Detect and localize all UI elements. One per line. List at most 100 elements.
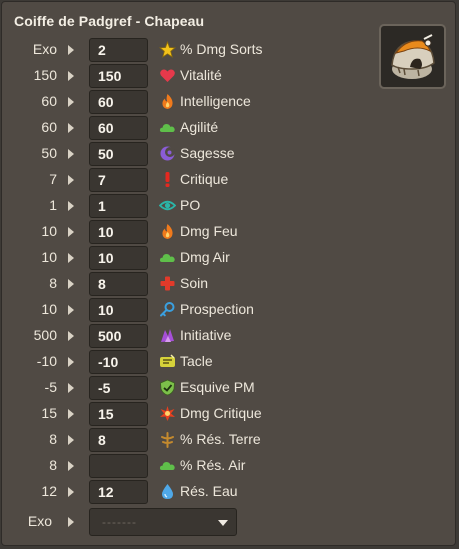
copy-arrow-icon[interactable] — [68, 357, 74, 367]
stat-row: 60 60 Intelligence — [2, 89, 372, 115]
air-cloud-icon — [159, 457, 176, 474]
stat-base-value: 8 — [49, 275, 57, 291]
copy-arrow-icon[interactable] — [68, 45, 74, 55]
stat-base-value: 10 — [41, 223, 57, 239]
stat-base-value: Exo — [32, 41, 57, 57]
stat-row: 500 500 Initiative — [2, 323, 372, 349]
stat-value-input[interactable]: 60 — [89, 116, 148, 140]
stat-base-value: 50 — [41, 145, 57, 161]
stat-base-value: 8 — [49, 431, 57, 447]
tackle-icon — [159, 353, 176, 370]
red-cross-icon — [159, 275, 176, 292]
stat-row: 150 150 Vitalité — [2, 63, 372, 89]
stat-base-value: 10 — [41, 249, 57, 265]
stat-name: Sagesse — [180, 145, 235, 161]
stat-row: 10 10 Prospection — [2, 297, 372, 323]
chevron-down-icon[interactable] — [218, 520, 228, 526]
stat-name: % Rés. Air — [180, 457, 246, 473]
stat-name: Esquive PM — [180, 379, 255, 395]
stat-row: -10 -10 Tacle — [2, 349, 372, 375]
copy-arrow-icon[interactable] — [68, 253, 74, 263]
copy-arrow-icon[interactable] — [68, 97, 74, 107]
copy-arrow-icon[interactable] — [68, 305, 74, 315]
stat-base-value: 150 — [33, 67, 57, 83]
stat-base-value: 60 — [41, 119, 57, 135]
stat-name: Dmg Feu — [180, 223, 238, 239]
copy-arrow-icon[interactable] — [68, 149, 74, 159]
copy-arrow-icon[interactable] — [68, 435, 74, 445]
copy-arrow-icon[interactable] — [68, 279, 74, 289]
stat-value-input[interactable]: -5 — [89, 376, 148, 400]
stat-row: 1 1 PO — [2, 193, 372, 219]
moon-swirl-icon — [159, 145, 176, 162]
stat-value-input[interactable]: -10 — [89, 350, 148, 374]
exo-arrow-icon[interactable] — [68, 517, 74, 527]
item-title: Coiffe de Padgref - Chapeau — [14, 13, 205, 29]
star-icon — [158, 40, 177, 58]
copy-arrow-icon[interactable] — [68, 383, 74, 393]
stat-name: Intelligence — [180, 93, 251, 109]
stat-base-value: -10 — [36, 353, 57, 369]
stat-name: Dmg Air — [180, 249, 230, 265]
stat-name: PO — [180, 197, 201, 213]
stat-name: Dmg Critique — [180, 405, 262, 421]
stat-name: Soin — [180, 275, 209, 291]
stat-row: Exo 2 % Dmg Sorts — [2, 37, 372, 63]
copy-arrow-icon[interactable] — [68, 331, 74, 341]
critical-damage-icon — [159, 405, 176, 422]
initiative-icon — [159, 327, 176, 344]
stat-row: 12 12 Rés. Eau — [2, 479, 372, 505]
stat-value-input[interactable]: 1 — [89, 194, 148, 218]
stat-value-input[interactable]: 8 — [89, 428, 148, 452]
stat-name: % Rés. Terre — [180, 431, 261, 447]
stat-row: 10 10 Dmg Air — [2, 245, 372, 271]
stat-name: Rés. Eau — [180, 483, 238, 499]
stat-value-input[interactable]: 2 — [89, 38, 148, 62]
stat-name: Critique — [180, 171, 229, 187]
copy-arrow-icon[interactable] — [68, 227, 74, 237]
exo-select[interactable]: ------- — [89, 508, 237, 536]
stat-base-value: 15 — [41, 405, 57, 421]
exo-select-placeholder: ------- — [102, 515, 137, 529]
copy-arrow-icon[interactable] — [68, 175, 74, 185]
copy-arrow-icon[interactable] — [68, 461, 74, 471]
stat-value-input[interactable]: 10 — [89, 298, 148, 322]
stat-name: Vitalité — [180, 67, 222, 83]
stat-name: Initiative — [180, 327, 232, 343]
padgref-hat-icon — [391, 34, 435, 79]
copy-arrow-icon[interactable] — [68, 487, 74, 497]
stat-value-input[interactable]: 15 — [89, 402, 148, 426]
copy-arrow-icon[interactable] — [68, 409, 74, 419]
stat-value-input[interactable]: 150 — [89, 64, 148, 88]
key-icon — [159, 301, 176, 318]
fire-icon — [159, 93, 176, 110]
stat-row: 10 10 Dmg Feu — [2, 219, 372, 245]
stat-base-value: 12 — [41, 483, 57, 499]
stat-row: -5 -5 Esquive PM — [2, 375, 372, 401]
item-image-frame — [379, 24, 446, 89]
stat-base-value: 8 — [49, 457, 57, 473]
stat-value-input[interactable]: 500 — [89, 324, 148, 348]
stat-name: Tacle — [180, 353, 213, 369]
stat-value-input[interactable]: 12 — [89, 480, 148, 504]
exo-label: Exo — [27, 513, 52, 529]
exclamation-icon — [159, 171, 176, 188]
stat-base-value: 10 — [41, 301, 57, 317]
item-stats-panel: Coiffe de Padgref - Chapeau Exo 2 % Dmg So… — [1, 1, 456, 546]
copy-arrow-icon[interactable] — [68, 123, 74, 133]
stat-base-value: -5 — [44, 379, 57, 395]
stat-value-input[interactable]: 10 — [89, 220, 148, 244]
stat-value-input[interactable]: 7 — [89, 168, 148, 192]
stat-value-input[interactable]: 60 — [89, 90, 148, 114]
copy-arrow-icon[interactable] — [68, 201, 74, 211]
stat-value-input[interactable]: 10 — [89, 246, 148, 270]
heart-icon — [159, 67, 176, 84]
stat-base-value: 1 — [49, 197, 57, 213]
stat-value-input[interactable]: 50 — [89, 142, 148, 166]
fire-icon — [159, 223, 176, 240]
copy-arrow-icon[interactable] — [68, 71, 74, 81]
water-drop-icon — [159, 483, 176, 500]
stat-row: 15 15 Dmg Critique — [2, 401, 372, 427]
stat-value-input[interactable] — [89, 454, 148, 478]
stat-value-input[interactable]: 8 — [89, 272, 148, 296]
